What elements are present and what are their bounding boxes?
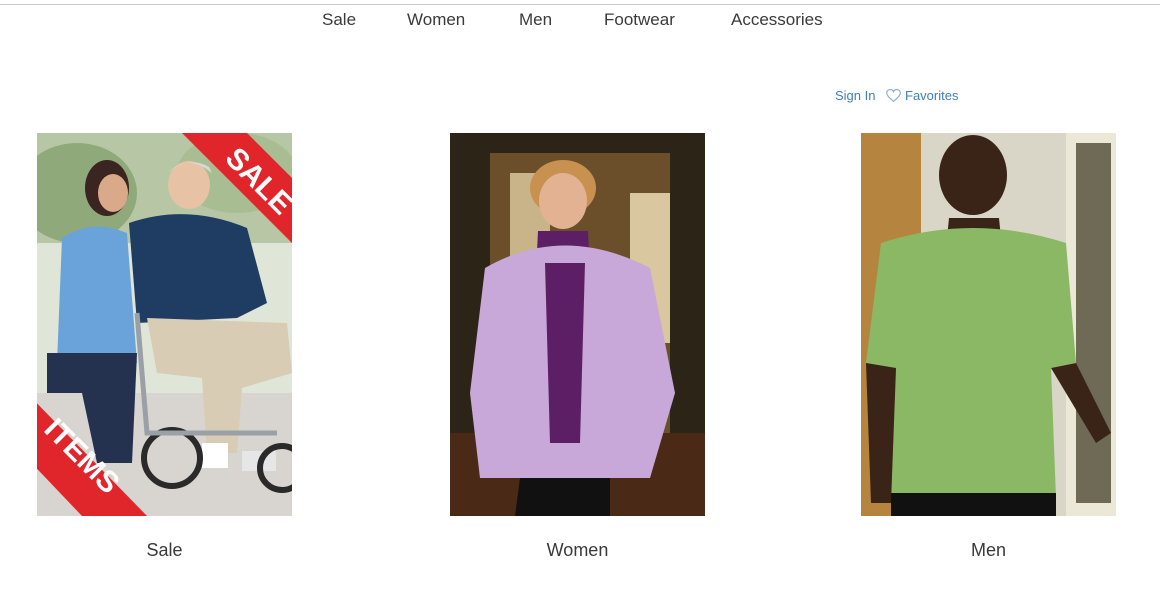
sale-category-image: SALE ITEMS <box>37 133 292 516</box>
category-card-women[interactable] <box>450 133 705 516</box>
women-category-image <box>450 133 705 516</box>
nav-item-men[interactable]: Men <box>519 10 552 30</box>
category-card-sale[interactable]: SALE ITEMS <box>37 133 292 516</box>
main-nav: Sale Women Men Footwear Accessories <box>0 10 1160 32</box>
heart-icon <box>886 89 901 102</box>
favorites-link[interactable]: Favorites <box>886 88 958 103</box>
category-label-men[interactable]: Men <box>861 540 1116 561</box>
category-label-sale[interactable]: Sale <box>37 540 292 561</box>
top-divider <box>0 4 1160 5</box>
men-category-image <box>861 133 1116 516</box>
nav-item-accessories[interactable]: Accessories <box>731 10 823 30</box>
favorites-label: Favorites <box>905 88 959 103</box>
sign-in-link[interactable]: Sign In <box>835 88 875 103</box>
category-card-men[interactable] <box>861 133 1116 516</box>
category-label-women[interactable]: Women <box>450 540 705 561</box>
nav-item-sale[interactable]: Sale <box>322 10 356 30</box>
nav-item-footwear[interactable]: Footwear <box>604 10 675 30</box>
nav-item-women[interactable]: Women <box>407 10 465 30</box>
